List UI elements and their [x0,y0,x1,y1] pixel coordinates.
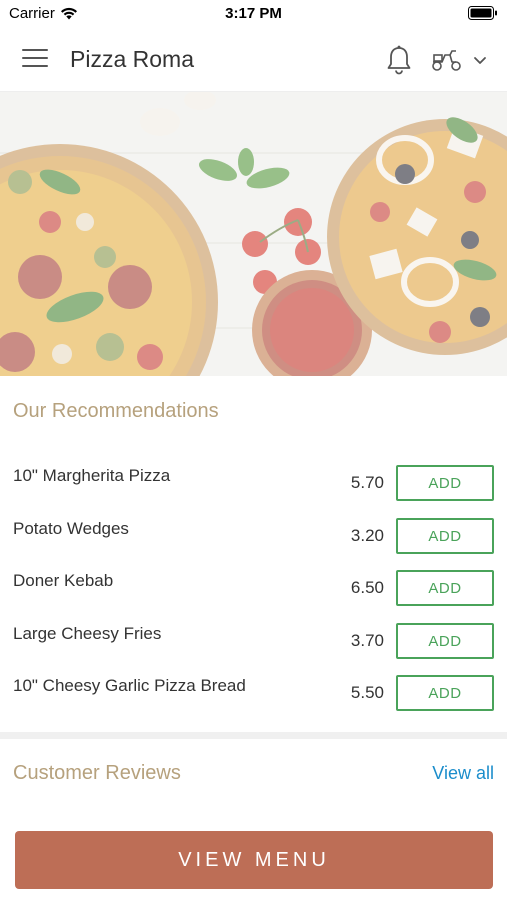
item-name: Doner Kebab [13,571,114,590]
item-price: 6.50 [350,578,384,597]
app-title: Pizza Roma [70,46,194,72]
hero-banner-image [0,92,507,376]
menu-icon[interactable] [22,49,48,71]
item-price: 5.70 [350,473,384,492]
battery-icon [468,6,497,20]
item-name: Potato Wedges [13,519,129,538]
reviews-heading: Customer Reviews [13,762,181,784]
item-name: 10" Margherita Pizza [13,466,171,485]
list-item: Potato Wedges 3.20 ADD [0,518,507,570]
item-price: 3.70 [350,631,384,650]
status-time: 3:17 PM [225,5,282,22]
scooter-icon[interactable] [430,46,464,74]
add-button[interactable]: ADD [396,465,494,501]
bell-icon[interactable] [384,44,414,76]
list-item: Doner Kebab 6.50 ADD [0,570,507,622]
add-button[interactable]: ADD [396,623,494,659]
list-item: Large Cheesy Fries 3.70 ADD [0,623,507,675]
recommendations-heading: Our Recommendations [13,400,219,422]
add-button[interactable]: ADD [396,675,494,711]
app-header: Pizza Roma [0,30,507,92]
item-price: 3.20 [350,526,384,545]
status-bar: Carrier 3:17 PM [0,0,507,30]
section-divider [0,732,507,739]
add-button[interactable]: ADD [396,570,494,606]
view-all-reviews-link[interactable]: View all [432,763,494,784]
list-item: 10" Cheesy Garlic Pizza Bread 5.50 ADD [0,675,507,727]
list-item: 10" Margherita Pizza 5.70 ADD [0,465,507,517]
chevron-down-icon[interactable] [472,52,488,68]
item-price: 5.50 [350,683,384,702]
item-name: 10" Cheesy Garlic Pizza Bread [13,676,246,695]
item-name: Large Cheesy Fries [13,624,162,643]
add-button[interactable]: ADD [396,518,494,554]
view-menu-button[interactable]: VIEW MENU [15,831,493,889]
